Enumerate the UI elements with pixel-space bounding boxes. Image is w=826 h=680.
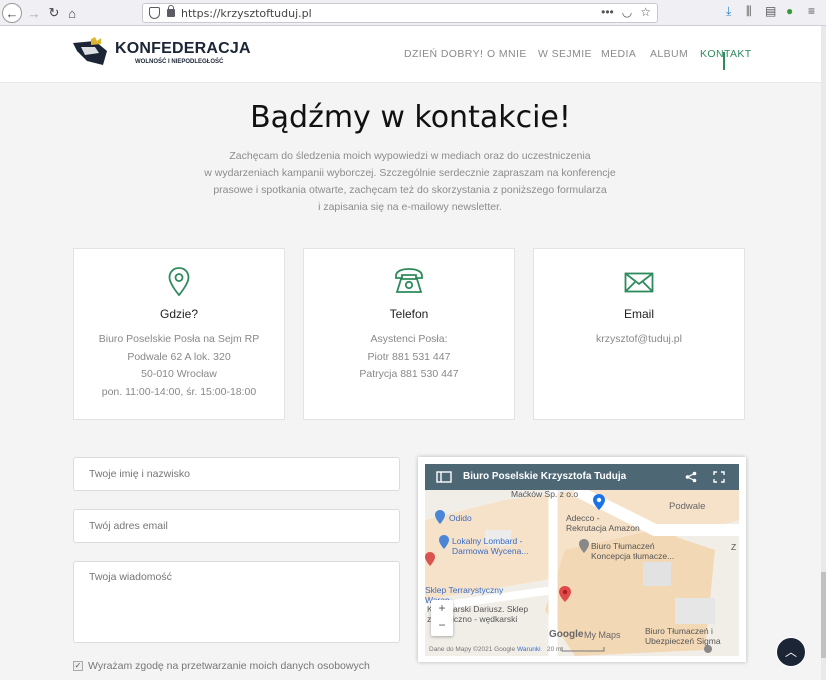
konfederacja-logo[interactable]: KONFEDERACJA WOLNOŚĆ I NIEPODLEGŁOŚĆ <box>73 37 251 71</box>
map-label: Koncepcja tłumacze... <box>591 551 675 561</box>
zoom-out-button[interactable]: − <box>431 618 453 632</box>
message-textarea[interactable] <box>73 561 400 643</box>
consent-label: Wyrażam zgodę na przetwarzanie moich dan… <box>88 660 370 672</box>
card-line: Biuro Poselskie Posła na Sejm RP <box>98 333 260 345</box>
lock-icon[interactable] <box>167 5 175 17</box>
map-label: Biuro Tłumaczeń <box>591 541 655 551</box>
map-label: Adecco - <box>566 513 600 523</box>
scroll-to-top-button[interactable]: ︿ <box>776 637 806 667</box>
nav-kontakt[interactable]: KONTAKT <box>700 48 752 60</box>
map-pin-shop-icon[interactable] <box>435 510 445 524</box>
email-input[interactable] <box>73 509 400 543</box>
page-title: Bądźmy w kontakcie! <box>250 100 571 135</box>
intro-text: Zachęcam do śledzenia moich wypowiedzi w… <box>160 148 660 216</box>
map-canvas[interactable]: Maćków Sp. z o.o Adecco - Rekrutacja Ama… <box>425 490 739 656</box>
map-pin-blue-icon[interactable] <box>593 494 605 510</box>
zoom-controls: + − <box>431 600 453 636</box>
card-title: Email <box>623 307 654 321</box>
map-pin-red-icon[interactable] <box>559 586 571 602</box>
map-pin-gray-icon[interactable] <box>579 539 589 553</box>
map-label: Maćków Sp. z o.o <box>511 490 579 499</box>
map-pin-icon <box>168 267 190 297</box>
forward-arrow-icon[interactable]: → <box>24 3 44 23</box>
pocket-icon[interactable]: ◡ <box>622 5 632 19</box>
card-line: Podwale 62 A lok. 320 <box>127 350 231 363</box>
eagle-logo-icon <box>73 37 107 65</box>
library-icon[interactable]: ⫼ <box>746 4 752 19</box>
share-icon[interactable] <box>685 471 697 483</box>
name-input[interactable] <box>73 457 400 491</box>
card-line: 50-010 Wrocław <box>141 368 217 380</box>
tracking-shield-icon[interactable] <box>149 7 160 19</box>
nav-media[interactable]: MEDIA <box>601 48 636 60</box>
map-label: Z <box>731 542 737 552</box>
google-logo: Google <box>549 629 584 640</box>
card-address: Gdzie? Biuro Poselskie Posła na Sejm RP … <box>73 248 285 420</box>
map-title-bar: Biuro Poselskie Krzysztofa Tuduja <box>425 464 739 490</box>
email-link[interactable]: krzysztof@tuduj.pl <box>534 331 744 349</box>
map-terms-link[interactable]: Warunki <box>517 645 541 655</box>
telephone-icon <box>395 268 423 293</box>
map-scale-label: 20 m <box>547 646 562 653</box>
browser-toolbar: ← → ↻ ⌂ https://krzysztoftuduj.pl ••• ◡ … <box>0 0 826 26</box>
page-actions-icon[interactable]: ••• <box>601 5 614 19</box>
card-title: Gdzie? <box>159 307 199 321</box>
card-line: pon. 11:00-14:00, śr. 15:00-18:00 <box>101 385 257 398</box>
map-title: Biuro Poselskie Krzysztofa Tuduja <box>463 471 627 482</box>
map-label: Rekrutacja Amazon <box>566 523 640 533</box>
map-label: Darmowa Wycena... <box>452 546 529 556</box>
map-attribution: Dane do Mapy ©2021 Google <box>429 646 516 653</box>
card-line[interactable]: Patrycja 881 530 447 <box>304 366 514 384</box>
extension-icon[interactable]: ● <box>786 4 793 18</box>
card-line: Asystenci Posła: <box>370 333 448 345</box>
intro-line: w wydarzeniach kampanii wyborczej. Szcze… <box>204 167 616 179</box>
map-label: Biuro Tłumaczeń i <box>645 626 713 636</box>
map-pin-red-icon[interactable] <box>425 552 435 566</box>
card-email: Email krzysztof@tuduj.pl <box>533 248 745 420</box>
map-legend-icon[interactable] <box>436 471 452 483</box>
card-line[interactable]: Piotr 881 531 447 <box>304 349 514 367</box>
home-icon[interactable]: ⌂ <box>62 3 82 23</box>
page-scrollbar[interactable] <box>821 26 826 680</box>
street-label-podwale: Podwale <box>669 501 706 512</box>
intro-line: i zapisania się na e-mailowy newsletter. <box>318 201 502 213</box>
map-pin-shop-icon[interactable] <box>439 535 449 549</box>
nav-w-sejmie[interactable]: W SEJMIE <box>538 48 592 60</box>
card-phone: Telefon Asystenci Posła: Piotr 881 531 4… <box>303 248 515 420</box>
google-map-embed[interactable]: Biuro Poselskie Krzysztofa Tuduja Maćków… <box>418 457 746 662</box>
zoom-in-button[interactable]: + <box>431 601 453 615</box>
logo-name: KONFEDERACJA <box>115 40 251 57</box>
fullscreen-icon[interactable] <box>713 471 725 483</box>
nav-album[interactable]: ALBUM <box>650 48 688 60</box>
map-label: Sklep Terrarystyczny <box>425 585 504 595</box>
bookmark-star-icon[interactable]: ☆ <box>640 5 651 19</box>
sidebar-icon[interactable]: ▤ <box>765 4 776 18</box>
map-label: Lokalny Lombard - <box>452 536 523 546</box>
reload-icon[interactable]: ↻ <box>44 3 64 23</box>
map-label: Odido <box>449 513 472 523</box>
nav-o-mnie[interactable]: O MNIE <box>487 48 527 60</box>
intro-line: Zachęcam do śledzenia moich wypowiedzi w… <box>229 150 591 162</box>
back-arrow-icon[interactable]: ← <box>2 3 22 23</box>
envelope-icon <box>624 272 654 293</box>
hamburger-menu-icon[interactable]: ≡ <box>808 4 815 18</box>
intro-line: prasowe i spotkania otwarte, zachęcam te… <box>213 184 607 196</box>
address-bar[interactable]: https://krzysztoftuduj.pl ••• ◡ ☆ <box>142 3 658 23</box>
consent-checkbox[interactable]: ✓ <box>73 661 83 671</box>
url-text[interactable]: https://krzysztoftuduj.pl <box>181 7 312 20</box>
download-icon[interactable]: ⤓ <box>726 4 731 19</box>
card-title: Telefon <box>389 307 429 321</box>
my-maps-label: My Maps <box>584 630 621 640</box>
map-scale-bar <box>561 647 605 652</box>
scrollbar-thumb[interactable] <box>821 572 826 658</box>
nav-dzien-dobry[interactable]: DZIEŃ DOBRY! <box>404 48 483 60</box>
map-pin-gray-icon[interactable] <box>703 644 713 654</box>
logo-tagline: WOLNOŚĆ I NIEPODLEGŁOŚĆ <box>135 59 224 65</box>
